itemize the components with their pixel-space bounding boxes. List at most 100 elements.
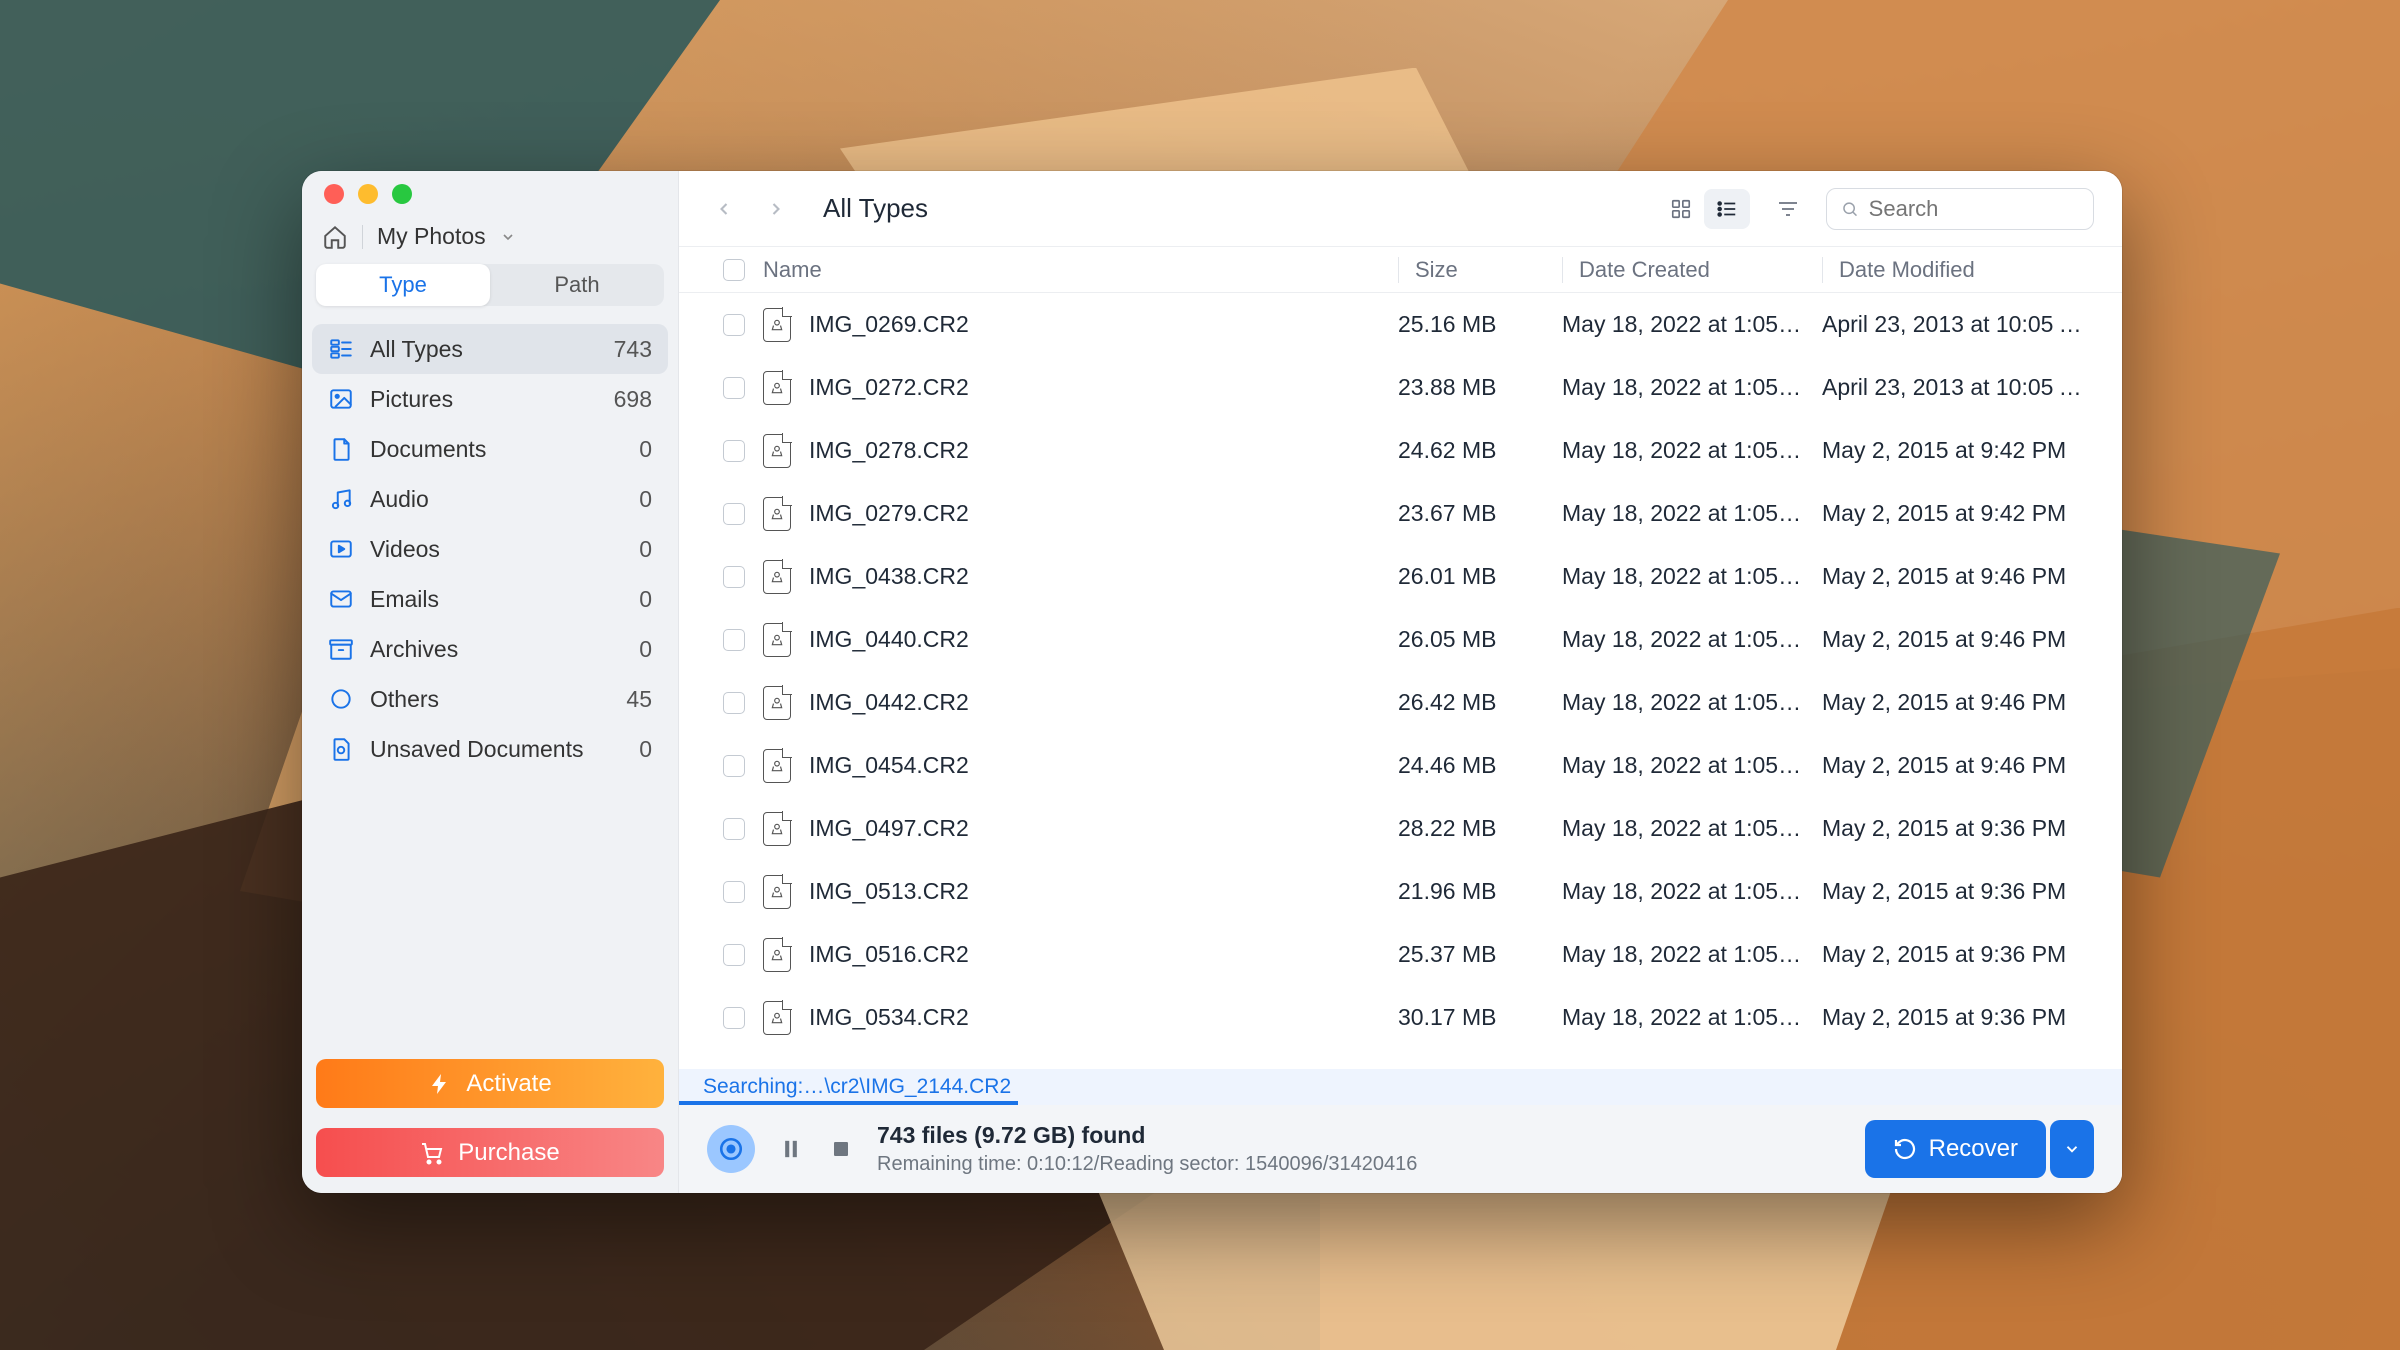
file-checkbox[interactable] [723, 1007, 745, 1029]
file-name: IMG_0442.CR2 [809, 689, 1398, 716]
sidebar-item-count: 0 [639, 486, 652, 513]
stop-scan-button[interactable] [827, 1135, 855, 1163]
tab-type[interactable]: Type [316, 264, 490, 306]
search-icon [1841, 199, 1859, 219]
sidebar-item-emails[interactable]: Emails0 [312, 574, 668, 624]
sidebar-item-count: 698 [614, 386, 652, 413]
file-size: 21.96 MB [1398, 878, 1562, 905]
column-date-created[interactable]: Date Created [1562, 257, 1822, 283]
file-row[interactable]: IMG_0442.CR226.42 MBMay 18, 2022 at 1:05… [679, 671, 2122, 734]
file-checkbox[interactable] [723, 566, 745, 588]
sidebar-item-count: 0 [639, 636, 652, 663]
file-row[interactable]: IMG_0278.CR224.62 MBMay 18, 2022 at 1:05… [679, 419, 2122, 482]
activate-button[interactable]: Activate [316, 1059, 664, 1108]
pause-scan-button[interactable] [777, 1135, 805, 1163]
file-date-modified: May 2, 2015 at 9:36 PM [1822, 815, 2094, 842]
lightning-icon [428, 1072, 452, 1096]
filter-button[interactable] [1768, 189, 1808, 229]
list-icon [1716, 198, 1738, 220]
file-name: IMG_0440.CR2 [809, 626, 1398, 653]
file-row[interactable]: IMG_0440.CR226.05 MBMay 18, 2022 at 1:05… [679, 608, 2122, 671]
file-date-created: May 18, 2022 at 1:05… [1562, 752, 1822, 779]
home-icon [322, 224, 348, 250]
file-type-icon [763, 875, 791, 909]
file-size: 26.05 MB [1398, 626, 1562, 653]
tab-path[interactable]: Path [490, 264, 664, 306]
file-type-icon [763, 434, 791, 468]
file-row[interactable]: IMG_0534.CR230.17 MBMay 18, 2022 at 1:05… [679, 986, 2122, 1049]
sidebar-item-videos[interactable]: Videos0 [312, 524, 668, 574]
list-view-button[interactable] [1704, 189, 1750, 229]
nav-back-button[interactable] [707, 192, 741, 226]
sidebar-item-audio[interactable]: Audio0 [312, 474, 668, 524]
zoom-window-button[interactable] [392, 184, 412, 204]
file-date-modified: May 2, 2015 at 9:46 PM [1822, 563, 2094, 590]
file-row[interactable]: IMG_0279.CR223.67 MBMay 18, 2022 at 1:05… [679, 482, 2122, 545]
file-checkbox[interactable] [723, 377, 745, 399]
file-size: 26.42 MB [1398, 689, 1562, 716]
file-row[interactable]: IMG_0516.CR225.37 MBMay 18, 2022 at 1:05… [679, 923, 2122, 986]
radar-icon [718, 1136, 744, 1162]
file-name: IMG_0516.CR2 [809, 941, 1398, 968]
column-headers: Name Size Date Created Date Modified [679, 247, 2122, 293]
select-all-checkbox[interactable] [723, 259, 745, 281]
scan-status-strip: Searching:…\cr2\IMG_2144.CR2 [679, 1069, 2122, 1105]
file-date-created: May 18, 2022 at 1:05… [1562, 311, 1822, 338]
file-row[interactable]: IMG_0272.CR223.88 MBMay 18, 2022 at 1:05… [679, 356, 2122, 419]
grid-view-button[interactable] [1658, 189, 1704, 229]
sidebar-item-label: Archives [370, 636, 623, 663]
nav-forward-button[interactable] [759, 192, 793, 226]
doc-icon [328, 436, 354, 462]
file-row[interactable]: IMG_0513.CR221.96 MBMay 18, 2022 at 1:05… [679, 860, 2122, 923]
category-list: All Types743Pictures698Documents0Audio0V… [302, 324, 678, 774]
recover-button[interactable]: Recover [1865, 1120, 2046, 1178]
mail-icon [328, 586, 354, 612]
file-checkbox[interactable] [723, 881, 745, 903]
file-date-created: May 18, 2022 at 1:05… [1562, 689, 1822, 716]
file-checkbox[interactable] [723, 692, 745, 714]
sidebar-tab-segmented: Type Path [316, 264, 664, 306]
purchase-button[interactable]: Purchase [316, 1128, 664, 1177]
file-checkbox[interactable] [723, 818, 745, 840]
file-checkbox[interactable] [723, 440, 745, 462]
file-date-modified: May 2, 2015 at 9:36 PM [1822, 878, 2094, 905]
file-checkbox[interactable] [723, 314, 745, 336]
sidebar-item-pictures[interactable]: Pictures698 [312, 374, 668, 424]
file-date-modified: April 23, 2013 at 10:05 A… [1822, 374, 2094, 401]
search-field[interactable] [1869, 196, 2079, 222]
file-row[interactable]: IMG_0269.CR225.16 MBMay 18, 2022 at 1:05… [679, 293, 2122, 356]
breadcrumb[interactable]: My Photos [302, 217, 678, 264]
file-type-icon [763, 686, 791, 720]
file-checkbox[interactable] [723, 503, 745, 525]
recover-dropdown-button[interactable] [2050, 1120, 2094, 1178]
sidebar-item-archives[interactable]: Archives 0 [312, 624, 668, 674]
file-checkbox[interactable] [723, 755, 745, 777]
filter-icon [1776, 197, 1800, 221]
file-date-created: May 18, 2022 at 1:05… [1562, 1004, 1822, 1031]
column-size[interactable]: Size [1398, 257, 1562, 283]
sidebar-item-others[interactable]: Others45 [312, 674, 668, 724]
file-name: IMG_0513.CR2 [809, 878, 1398, 905]
column-name[interactable]: Name [763, 257, 1398, 283]
file-name: IMG_0279.CR2 [809, 500, 1398, 527]
circle-icon [328, 686, 354, 712]
sidebar-item-unsaved[interactable]: Unsaved Documents0 [312, 724, 668, 774]
file-date-created: May 18, 2022 at 1:05… [1562, 878, 1822, 905]
file-checkbox[interactable] [723, 944, 745, 966]
close-window-button[interactable] [324, 184, 344, 204]
file-size: 23.67 MB [1398, 500, 1562, 527]
file-date-created: May 18, 2022 at 1:05… [1562, 500, 1822, 527]
file-size: 24.62 MB [1398, 437, 1562, 464]
search-input[interactable] [1826, 188, 2094, 230]
file-type-icon [763, 1001, 791, 1035]
minimize-window-button[interactable] [358, 184, 378, 204]
sidebar-item-all[interactable]: All Types743 [312, 324, 668, 374]
column-date-modified[interactable]: Date Modified [1822, 257, 2094, 283]
file-row[interactable]: IMG_0497.CR228.22 MBMay 18, 2022 at 1:05… [679, 797, 2122, 860]
sidebar-item-documents[interactable]: Documents0 [312, 424, 668, 474]
file-row[interactable]: IMG_0454.CR224.46 MBMay 18, 2022 at 1:05… [679, 734, 2122, 797]
view-mode-toggle [1658, 189, 1750, 229]
file-checkbox[interactable] [723, 629, 745, 651]
window-controls [302, 171, 678, 217]
file-row[interactable]: IMG_0438.CR226.01 MBMay 18, 2022 at 1:05… [679, 545, 2122, 608]
